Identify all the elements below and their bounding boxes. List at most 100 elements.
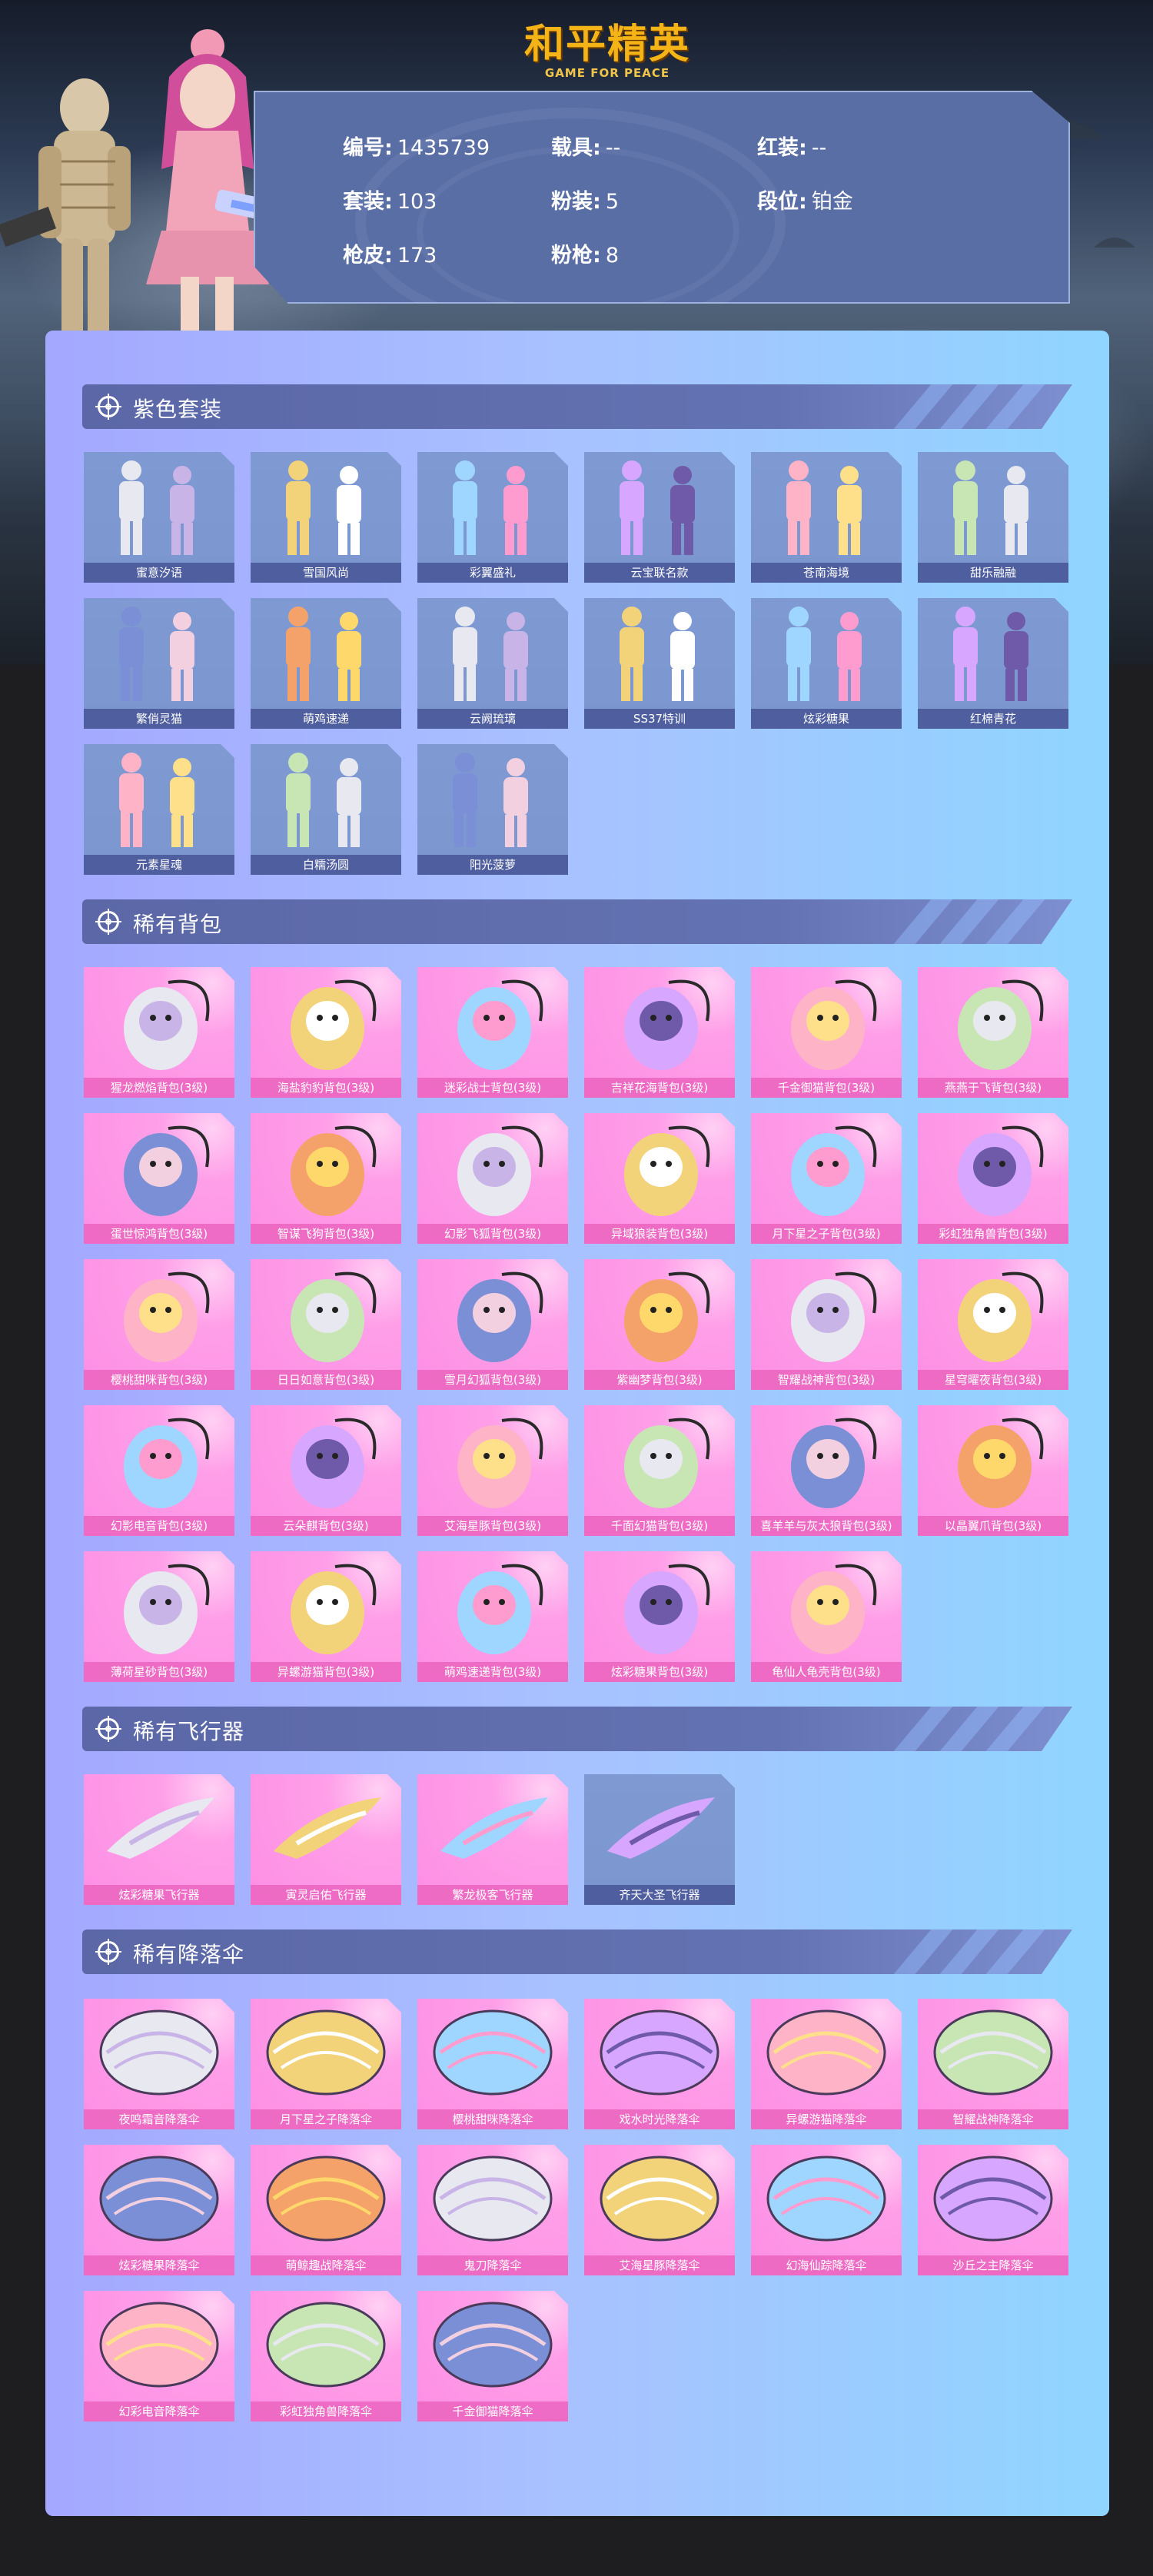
item-label: 夜鸣霜音降落伞: [84, 2109, 234, 2129]
backpacks-item[interactable]: 日日如意背包(3级): [251, 1259, 401, 1390]
stat-id: 编号: 1435739: [343, 136, 490, 160]
item-label: 繁俏灵猫: [84, 709, 234, 729]
item-label: 彩虹独角兽背包(3级): [918, 1224, 1068, 1244]
item-label: 雪月幻狐背包(3级): [417, 1370, 568, 1390]
suits-item[interactable]: 彩翼盛礼: [417, 452, 568, 583]
aircraft-item[interactable]: 炫彩糖果飞行器: [84, 1774, 234, 1905]
backpacks-item[interactable]: 彩虹独角兽背包(3级): [918, 1113, 1068, 1244]
backpacks-item[interactable]: 异螺游猫背包(3级): [251, 1551, 401, 1682]
item-label: 吉祥花海背包(3级): [584, 1078, 735, 1098]
item-label: 千金御猫降落伞: [417, 2401, 568, 2421]
parachutes-item[interactable]: 异螺游猫降落伞: [751, 1999, 902, 2129]
crosshair-icon: [98, 1941, 119, 1963]
backpacks-item[interactable]: 萌鸡速递背包(3级): [417, 1551, 568, 1682]
backpacks-item[interactable]: 猩龙燃焰背包(3级): [84, 967, 234, 1098]
stat-gun-skins: 枪皮: 173: [343, 244, 437, 268]
item-label: 沙丘之主降落伞: [918, 2255, 1068, 2275]
suits-item[interactable]: 甜乐融融: [918, 452, 1068, 583]
backpacks-item[interactable]: 蛋世惊鸿背包(3级): [84, 1113, 234, 1244]
suits-item[interactable]: 炫彩糖果: [751, 598, 902, 729]
item-label: 寅灵启佑飞行器: [251, 1885, 401, 1905]
backpacks-item[interactable]: 薄荷星砂背包(3级): [84, 1551, 234, 1682]
suits-item[interactable]: 白糯汤圆: [251, 744, 401, 875]
suits-item[interactable]: 蜜意汐语: [84, 452, 234, 583]
backpacks-item[interactable]: 燕燕于飞背包(3级): [918, 967, 1068, 1098]
backpacks-item[interactable]: 月下星之子背包(3级): [751, 1113, 902, 1244]
backpacks-item[interactable]: 紫幽梦背包(3级): [584, 1259, 735, 1390]
item-label: 炫彩糖果降落伞: [84, 2255, 234, 2275]
backpacks-item[interactable]: 以晶翼爪背包(3级): [918, 1405, 1068, 1536]
parachutes-item[interactable]: 夜鸣霜音降落伞: [84, 1999, 234, 2129]
parachutes-item[interactable]: 萌鲸趣战降落伞: [251, 2145, 401, 2275]
backpacks-item[interactable]: 幻影电音背包(3级): [84, 1405, 234, 1536]
backpacks-item[interactable]: 海盐豹豹背包(3级): [251, 967, 401, 1098]
backpacks-item[interactable]: 异域狼装背包(3级): [584, 1113, 735, 1244]
item-label: 幻影电音背包(3级): [84, 1516, 234, 1536]
backpacks-item[interactable]: 云朵麒背包(3级): [251, 1405, 401, 1536]
item-label: 月下星之子背包(3级): [751, 1224, 902, 1244]
section-title: 稀有背包: [133, 912, 223, 937]
logo-subtitle: GAME FOR PEACE: [544, 66, 670, 80]
inventory-content: 紫色套装 蜜意汐语 雪国风尚 彩翼盛礼 云宝联名款 苍南海境 甜乐融融繁俏灵猫 萌鸡速递 云阙…: [45, 331, 1109, 2516]
parachutes-item[interactable]: 樱桃甜咪降落伞: [417, 1999, 568, 2129]
backpacks-item[interactable]: 幻影飞狐背包(3级): [417, 1113, 568, 1244]
suits-item[interactable]: 苍南海境: [751, 452, 902, 583]
parachutes-item[interactable]: 千金御猫降落伞: [417, 2291, 568, 2421]
backpacks-item[interactable]: 智耀战神背包(3级): [751, 1259, 902, 1390]
suits-item[interactable]: 元素星魂: [84, 744, 234, 875]
backpacks-item[interactable]: 喜羊羊与灰太狼背包(3级): [751, 1405, 902, 1536]
backpacks-item[interactable]: 智谋飞狗背包(3级): [251, 1113, 401, 1244]
item-label: 月下星之子降落伞: [251, 2109, 401, 2129]
parachutes-item[interactable]: 艾海星豚降落伞: [584, 2145, 735, 2275]
parachutes-item[interactable]: 智耀战神降落伞: [918, 1999, 1068, 2129]
crosshair-icon: [98, 396, 119, 417]
item-label: 元素星魂: [84, 855, 234, 875]
stat-pink-guns: 粉枪: 8: [551, 244, 619, 268]
item-label: 猩龙燃焰背包(3级): [84, 1078, 234, 1098]
item-label: 智耀战神背包(3级): [751, 1370, 902, 1390]
parachutes-item[interactable]: 幻彩电音降落伞: [84, 2291, 234, 2421]
parachutes-item[interactable]: 幻海仙踪降落伞: [751, 2145, 902, 2275]
backpacks-item[interactable]: 千金御猫背包(3级): [751, 967, 902, 1098]
item-label: 迷彩战士背包(3级): [417, 1078, 568, 1098]
backpacks-item[interactable]: 千面幻猫背包(3级): [584, 1405, 735, 1536]
suits-item[interactable]: 云宝联名款: [584, 452, 735, 583]
item-label: 龟仙人龟壳背包(3级): [751, 1662, 902, 1682]
suits-item[interactable]: 雪国风尚: [251, 452, 401, 583]
parachutes-item[interactable]: 戏水时光降落伞: [584, 1999, 735, 2129]
backpacks-item[interactable]: 艾海星豚背包(3级): [417, 1405, 568, 1536]
aircraft-item[interactable]: 齐天大圣飞行器: [584, 1774, 735, 1905]
item-label: 燕燕于飞背包(3级): [918, 1078, 1068, 1098]
aircraft-item[interactable]: 寅灵启佑飞行器: [251, 1774, 401, 1905]
stat-vehicle: 载具: --: [551, 136, 621, 160]
item-label: 幻影飞狐背包(3级): [417, 1224, 568, 1244]
section-header-suits: 紫色套装: [82, 384, 1072, 429]
section-header-backpacks: 稀有背包: [82, 899, 1072, 944]
parachutes-item[interactable]: 沙丘之主降落伞: [918, 2145, 1068, 2275]
item-label: 炫彩糖果: [751, 709, 902, 729]
suits-item[interactable]: SS37特训: [584, 598, 735, 729]
backpacks-item[interactable]: 樱桃甜咪背包(3级): [84, 1259, 234, 1390]
item-label: 白糯汤圆: [251, 855, 401, 875]
suits-item[interactable]: 阳光菠萝: [417, 744, 568, 875]
suits-item[interactable]: 红棉青花: [918, 598, 1068, 729]
parachutes-item[interactable]: 彩虹独角兽降落伞: [251, 2291, 401, 2421]
backpacks-item[interactable]: 星穹曜夜背包(3级): [918, 1259, 1068, 1390]
item-label: 幻彩电音降落伞: [84, 2401, 234, 2421]
parachutes-item[interactable]: 月下星之子降落伞: [251, 1999, 401, 2129]
item-label: 阳光菠萝: [417, 855, 568, 875]
parachutes-item[interactable]: 鬼刀降落伞: [417, 2145, 568, 2275]
section-header-aircraft: 稀有飞行器: [82, 1707, 1072, 1751]
suits-item[interactable]: 萌鸡速递: [251, 598, 401, 729]
item-label: 异域狼装背包(3级): [584, 1224, 735, 1244]
logo-title: 和平精英: [523, 22, 690, 68]
suits-item[interactable]: 云阙琉璃: [417, 598, 568, 729]
backpacks-item[interactable]: 炫彩糖果背包(3级): [584, 1551, 735, 1682]
parachutes-item[interactable]: 炫彩糖果降落伞: [84, 2145, 234, 2275]
backpacks-item[interactable]: 吉祥花海背包(3级): [584, 967, 735, 1098]
suits-item[interactable]: 繁俏灵猫: [84, 598, 234, 729]
backpacks-item[interactable]: 龟仙人龟壳背包(3级): [751, 1551, 902, 1682]
aircraft-item[interactable]: 繁龙极客飞行器: [417, 1774, 568, 1905]
backpacks-item[interactable]: 迷彩战士背包(3级): [417, 967, 568, 1098]
backpacks-item[interactable]: 雪月幻狐背包(3级): [417, 1259, 568, 1390]
